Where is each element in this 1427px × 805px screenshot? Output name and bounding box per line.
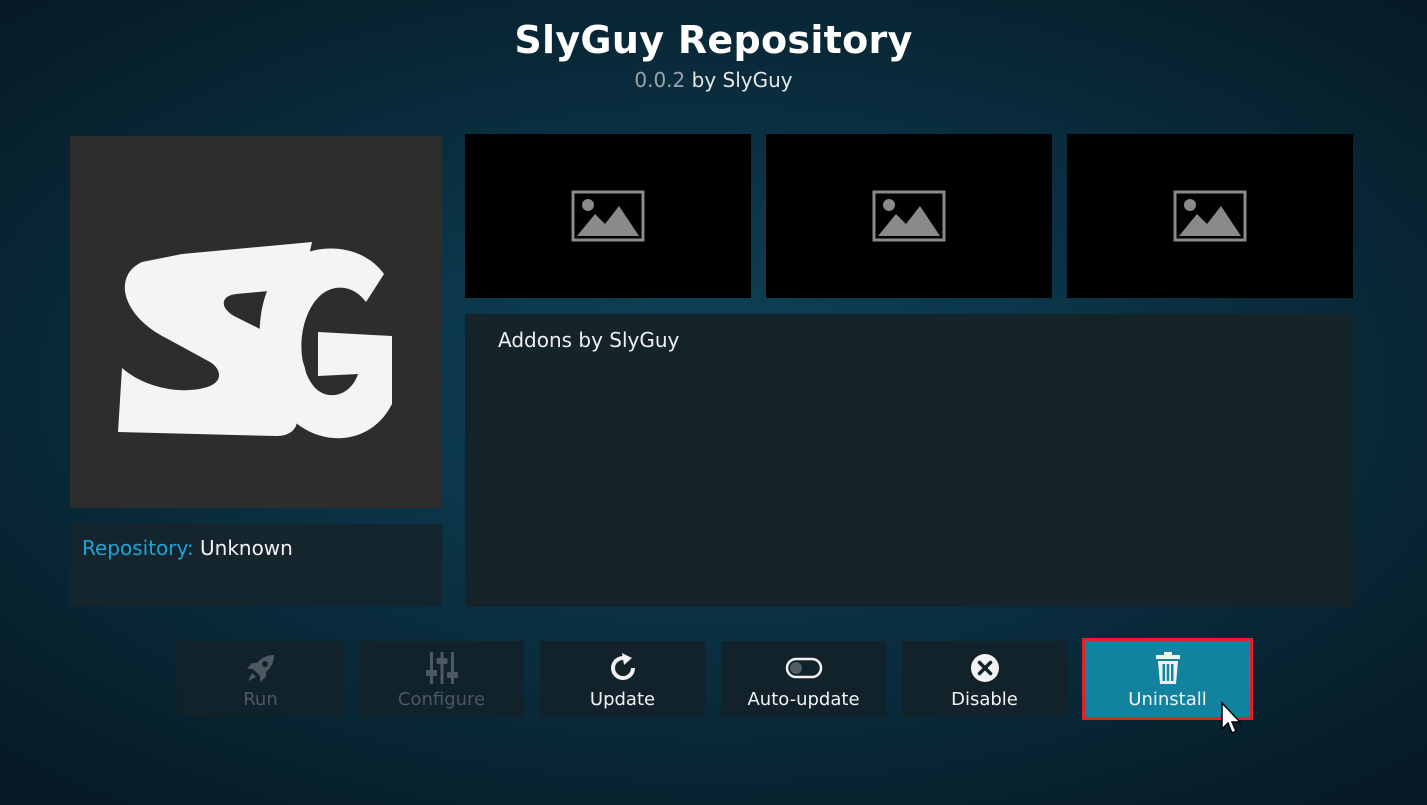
refresh-icon [610, 653, 635, 681]
rocket-icon [246, 655, 274, 682]
uninstall-label: Uninstall [1128, 689, 1207, 710]
run-button[interactable]: Run [178, 641, 343, 717]
run-label: Run [243, 689, 278, 710]
disable-button[interactable]: Disable [902, 641, 1067, 717]
close-circle-icon [970, 654, 999, 682]
screenshot-2[interactable] [766, 134, 1052, 298]
screenshot-1[interactable] [465, 134, 751, 298]
auto-update-label: Auto-update [747, 689, 860, 710]
mouse-cursor-icon [1220, 701, 1244, 741]
disable-label: Disable [951, 689, 1018, 710]
configure-label: Configure [397, 689, 486, 710]
toggle-icon [785, 657, 822, 679]
addon-subtitle: 0.0.2 by SlyGuy [0, 68, 1427, 92]
configure-button[interactable]: Configure [359, 641, 524, 717]
image-placeholder-icon [872, 190, 946, 242]
repository-text: Repository: Unknown [82, 536, 293, 560]
repository-info: Repository: Unknown [70, 524, 442, 606]
screenshot-3[interactable] [1067, 134, 1353, 298]
sg-logo-icon [118, 242, 392, 439]
author-label: by SlyGuy [691, 68, 793, 92]
image-placeholder-icon [571, 190, 645, 242]
page-title: SlyGuy Repository [514, 18, 913, 62]
update-button[interactable]: Update [540, 641, 705, 717]
trash-icon [1155, 652, 1180, 684]
description-text: Addons by SlyGuy [498, 328, 680, 352]
repository-value: Unknown [200, 536, 293, 560]
repository-label: Repository: [82, 536, 194, 560]
image-placeholder-icon [1173, 190, 1247, 242]
auto-update-toggle[interactable]: Auto-update [721, 641, 886, 717]
addon-logo [70, 136, 442, 508]
sliders-icon [425, 652, 458, 684]
update-label: Update [589, 689, 656, 710]
version-label: 0.0.2 [634, 68, 686, 92]
description-panel: Addons by SlyGuy [465, 314, 1353, 607]
